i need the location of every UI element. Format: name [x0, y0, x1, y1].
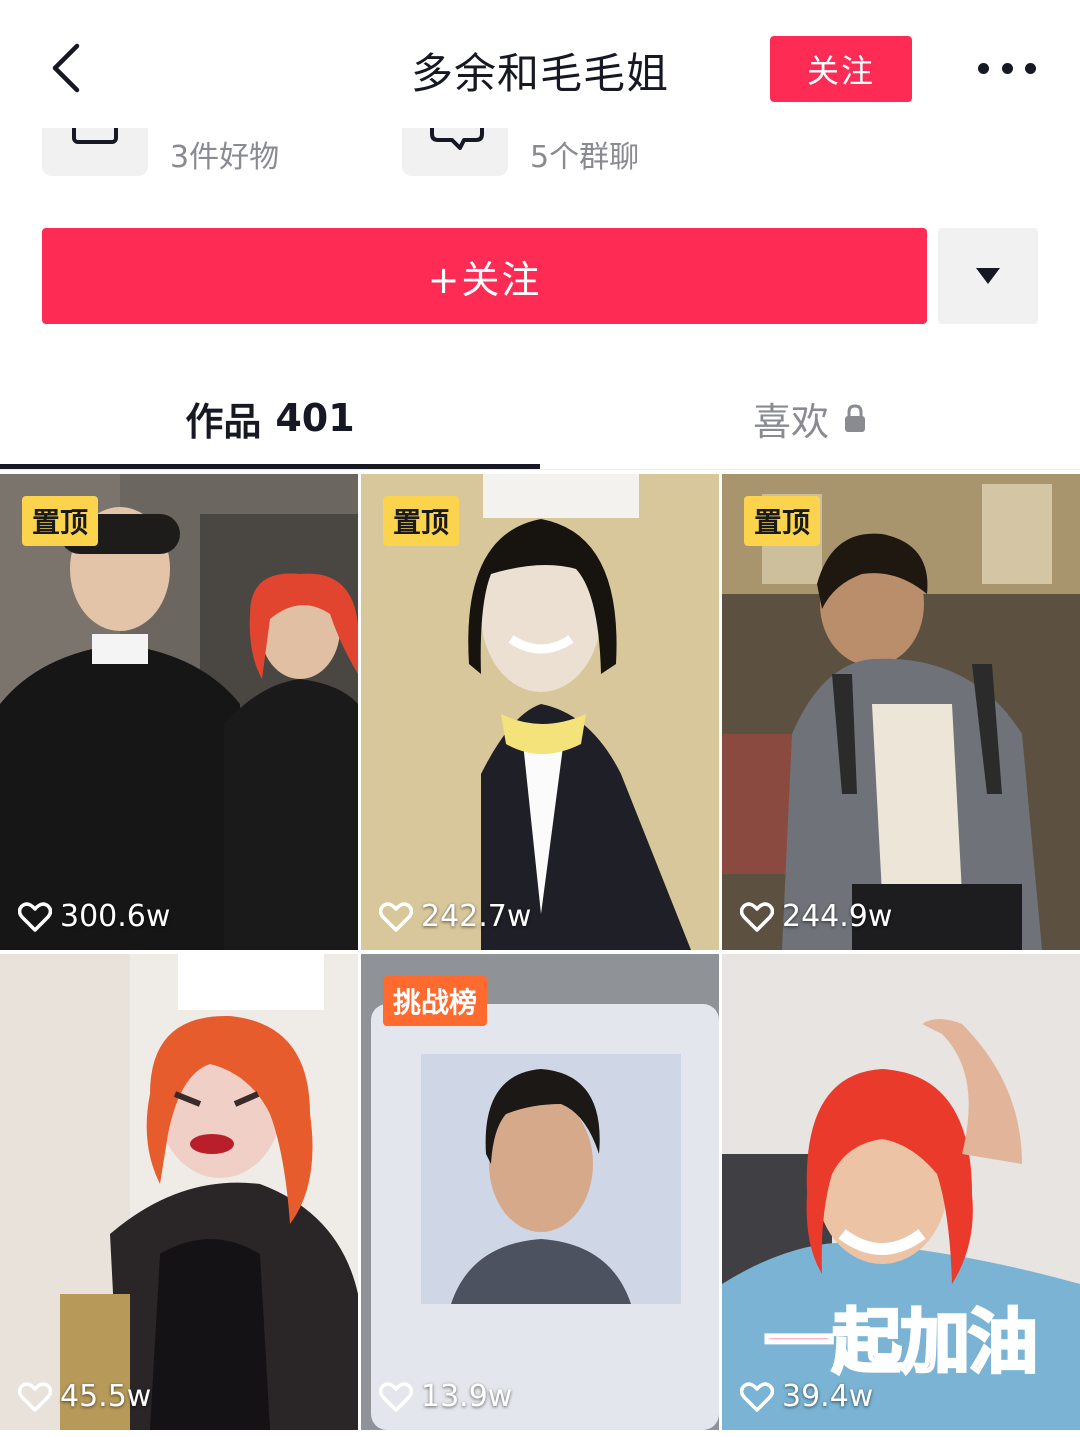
like-count-text: 242.7w — [421, 899, 532, 934]
page-title: 多余和毛毛姐 — [410, 49, 669, 98]
like-count: 39.4w — [740, 1379, 873, 1414]
pinned-badge: 置顶 — [383, 496, 460, 546]
video-thumbnail[interactable]: 挑战榜 13.9w — [361, 954, 719, 1430]
follow-button-top[interactable]: 关注 — [770, 36, 912, 102]
like-count: 244.9w — [740, 899, 892, 934]
video-thumbnail[interactable]: 置顶 300.6w — [0, 474, 358, 950]
video-cover-image — [0, 954, 358, 1430]
like-count: 45.5w — [18, 1379, 151, 1414]
tab-likes-label: 喜欢 — [752, 399, 829, 444]
heart-icon — [740, 1381, 774, 1412]
more-dot-icon — [1025, 62, 1036, 74]
follow-button-main[interactable]: +关注 — [42, 228, 927, 324]
caret-down-icon — [976, 268, 1000, 284]
like-count: 13.9w — [379, 1379, 512, 1414]
challenge-badge: 挑战榜 — [383, 976, 488, 1026]
like-count-text: 13.9w — [421, 1379, 513, 1414]
video-thumbnail[interactable]: 置顶 244.9w — [722, 474, 1080, 950]
heart-icon — [18, 901, 52, 932]
shop-label: 3件好物 — [170, 140, 280, 175]
chevron-left-icon — [52, 43, 80, 93]
like-count-text: 39.4w — [782, 1379, 874, 1414]
heart-icon — [379, 1381, 413, 1412]
tab-likes[interactable]: 喜欢 — [540, 370, 1080, 466]
heart-icon — [740, 901, 774, 932]
tab-works[interactable]: 作品 401 — [0, 370, 540, 466]
pinned-badge: 置顶 — [744, 496, 821, 546]
tab-divider — [0, 469, 1080, 470]
top-bar: 多余和毛毛姐 关注 — [0, 0, 1080, 128]
like-count: 242.7w — [379, 899, 531, 934]
tab-works-count: 401 — [275, 396, 355, 440]
more-dot-icon — [1001, 62, 1013, 74]
recommend-dropdown-button[interactable] — [938, 228, 1038, 324]
tab-works-label: 作品 — [185, 399, 262, 444]
like-count-text: 45.5w — [60, 1379, 152, 1414]
heart-icon — [18, 1381, 52, 1412]
like-count-text: 244.9w — [782, 899, 893, 934]
profile-tabs: 作品 401 喜欢 — [0, 370, 1080, 472]
video-grid: 置顶 300.6w 置顶 242.7w 置顶 244.9w 45.5w 挑战榜 … — [0, 474, 1080, 1437]
video-thumbnail[interactable]: 置顶 242.7w — [361, 474, 719, 950]
video-thumbnail[interactable]: 45.5w — [0, 954, 358, 1430]
video-overlay-text: 一起加油 — [763, 1300, 1040, 1385]
group-chat-label: 5个群聊 — [530, 140, 640, 175]
more-options-button[interactable] — [970, 48, 1044, 88]
heart-icon — [379, 901, 413, 932]
like-count: 300.6w — [18, 899, 170, 934]
video-thumbnail[interactable]: 一起加油 39.4w — [722, 954, 1080, 1430]
like-count-text: 300.6w — [60, 899, 171, 934]
more-dot-icon — [978, 62, 989, 74]
pinned-badge: 置顶 — [22, 496, 99, 546]
back-button[interactable] — [36, 36, 96, 100]
lock-icon — [843, 403, 867, 433]
